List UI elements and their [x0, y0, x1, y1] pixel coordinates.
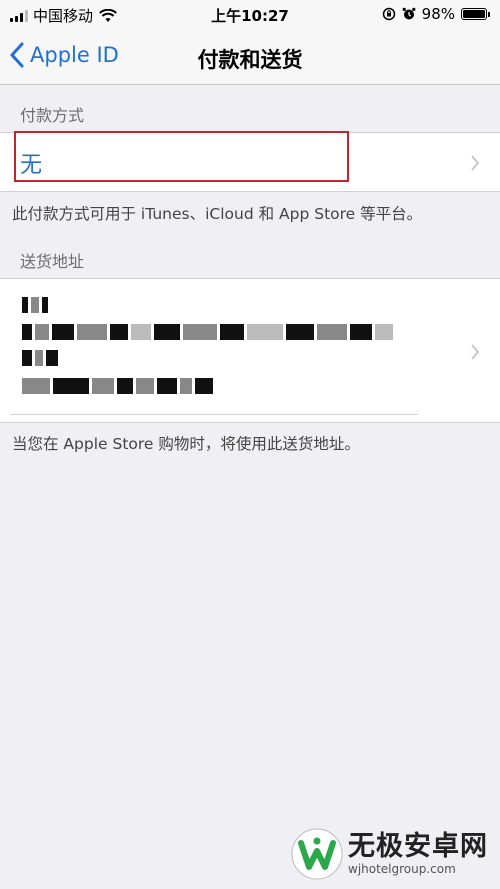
shipping-address-row[interactable]	[0, 278, 500, 423]
watermark-title: 无极安卓网	[348, 831, 488, 862]
address-separator	[10, 414, 418, 415]
watermark-logo	[291, 828, 343, 880]
battery-percent: 98%	[421, 5, 455, 23]
shipping-section-header: 送货地址	[20, 252, 85, 271]
navigation-bar: Apple ID 付款和送货	[0, 28, 500, 85]
payment-section-header: 付款方式	[20, 106, 85, 125]
chevron-right-icon	[471, 344, 480, 360]
chevron-right-icon	[471, 155, 480, 171]
battery-fill	[463, 10, 485, 18]
orientation-lock-icon	[382, 7, 395, 21]
site-watermark: 无极安卓网 wjhotelgroup.com	[290, 827, 488, 881]
battery-icon	[461, 8, 490, 20]
alarm-icon	[402, 7, 416, 20]
watermark-url: wjhotelgroup.com	[348, 862, 456, 876]
redacted-address-line	[22, 378, 216, 394]
payment-method-value: 无	[20, 153, 43, 178]
redacted-address-line	[22, 297, 51, 313]
shipping-footer-note: 当您在 Apple Store 购物时，将使用此送货地址。	[12, 435, 360, 453]
payment-method-row[interactable]: 无	[0, 132, 500, 192]
redacted-address-line	[22, 324, 396, 340]
redacted-address-line	[22, 350, 61, 366]
status-bar: 中国移动 上午10:27 98%	[0, 0, 500, 28]
payment-footer-note: 此付款方式可用于 iTunes、iCloud 和 App Store 等平台。	[12, 205, 423, 223]
status-right: 98%	[382, 5, 490, 23]
page-title: 付款和送货	[197, 48, 303, 72]
